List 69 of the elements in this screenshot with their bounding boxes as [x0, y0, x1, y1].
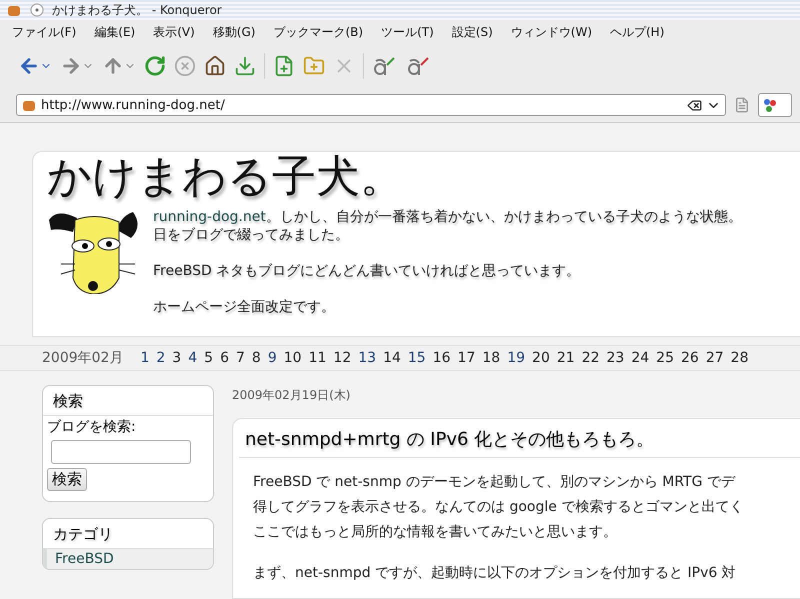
category-link[interactable]: FreeBSD: [43, 549, 213, 569]
panel-heading: 検索: [43, 386, 213, 416]
calendar-day: 5: [204, 350, 214, 366]
intro-text: FreeBSD ネタもブログにどんどん書いていければと思っています。: [153, 262, 582, 280]
menu-item[interactable]: ツール(T): [381, 24, 434, 40]
menu-item[interactable]: 表示(V): [153, 24, 195, 40]
window-title: かけまわる子犬。 - Konqueror: [52, 2, 222, 18]
calendar-day: 28: [730, 350, 748, 366]
reload-icon[interactable]: [144, 55, 166, 77]
calendar-day: 8: [252, 350, 261, 366]
calendar-day-link[interactable]: 15: [408, 350, 426, 366]
search-field[interactable]: [758, 93, 792, 117]
post-text: FreeBSD で net-snmp のデーモンを起動して、別のマシンから MRTG でデ: [253, 473, 736, 492]
calendar-day-link[interactable]: 4: [188, 350, 198, 366]
menu-item[interactable]: ファイル(F): [12, 24, 76, 40]
menu-item[interactable]: ブックマーク(B): [273, 24, 364, 40]
calendar-day: 24: [631, 350, 650, 366]
home-icon[interactable]: [204, 55, 226, 77]
menu-item[interactable]: 移動(G): [212, 24, 256, 40]
calendar-day: 14: [383, 350, 401, 366]
menu-item[interactable]: ヘルプ(H): [610, 24, 664, 40]
post-text: 得してグラフを表示させる。なんてのは google で検索するとゴマンと出てく: [253, 498, 744, 517]
calendar-day: 25: [656, 350, 674, 366]
calendar-day-link[interactable]: 1: [140, 350, 150, 366]
post-text: ここではもっと局所的な情報を書いてみたいと思います。: [253, 523, 618, 542]
post-date: 2009年02月19日(木): [232, 387, 352, 404]
calendar-day: 27: [706, 350, 724, 366]
post-text: まず、net-snmpd ですが、起動時に以下のオプションを付加すると IPv6 対: [253, 564, 737, 583]
blog-title: かけまわる子犬。: [47, 152, 405, 202]
pin-icon[interactable]: [30, 3, 44, 17]
search-button[interactable]: 検索: [47, 468, 87, 491]
search-engine-icon[interactable]: [762, 97, 778, 113]
calendar-day: 22: [582, 350, 600, 366]
calendar-day: 17: [458, 350, 476, 366]
url-field[interactable]: http://www.running-dog.net/: [16, 94, 726, 116]
calendar-day: 16: [432, 350, 451, 366]
intro-text: ホームページ全面改定です。: [153, 298, 336, 316]
site-link[interactable]: running-dog.net: [153, 209, 266, 225]
calendar-day: 18: [482, 350, 500, 366]
calendar-day: 10: [284, 350, 302, 366]
document-icon[interactable]: [734, 97, 750, 113]
calendar-day-link[interactable]: 19: [507, 350, 526, 366]
calendar-month: 2009年02月: [42, 349, 124, 367]
calendar-day-link[interactable]: 13: [358, 350, 376, 366]
search-input[interactable]: [51, 440, 191, 464]
calendar-day-link[interactable]: 2: [156, 350, 166, 366]
calendar-day: 3: [172, 350, 182, 366]
post-title: net-snmpd+mrtg の IPv6 化とその他もろもろ。: [239, 425, 800, 458]
download-icon[interactable]: [234, 55, 256, 77]
forward-arrow-icon[interactable]: [60, 55, 94, 77]
calendar-day: 6: [220, 350, 229, 366]
calendar-day: 7: [236, 350, 245, 366]
new-tab-icon[interactable]: [273, 55, 295, 77]
calendar-day: 12: [333, 350, 352, 366]
calendar-day: 23: [606, 350, 624, 366]
intro-text: running-dog.net。しかし、自分が一番落ち着かない、かけまわっている子犬のような状態。: [153, 208, 742, 226]
clear-icon[interactable]: [687, 98, 702, 112]
calendar-day: 11: [308, 350, 326, 366]
calendar-day: 26: [681, 350, 699, 366]
calendar-day: 20: [532, 350, 550, 366]
menu-item[interactable]: 編集(E): [94, 24, 136, 40]
calendar-day-link[interactable]: 9: [268, 350, 277, 366]
search-label: ブログを検索:: [47, 418, 136, 436]
new-window-icon[interactable]: [303, 55, 325, 77]
menu-item[interactable]: 設定(S): [452, 24, 493, 40]
calendar-day: 21: [556, 350, 575, 366]
menu-item[interactable]: ウィンドウ(W): [510, 24, 592, 40]
intro-text: 日をブログで綴ってみました。: [153, 226, 350, 244]
stop-icon[interactable]: [174, 55, 196, 77]
